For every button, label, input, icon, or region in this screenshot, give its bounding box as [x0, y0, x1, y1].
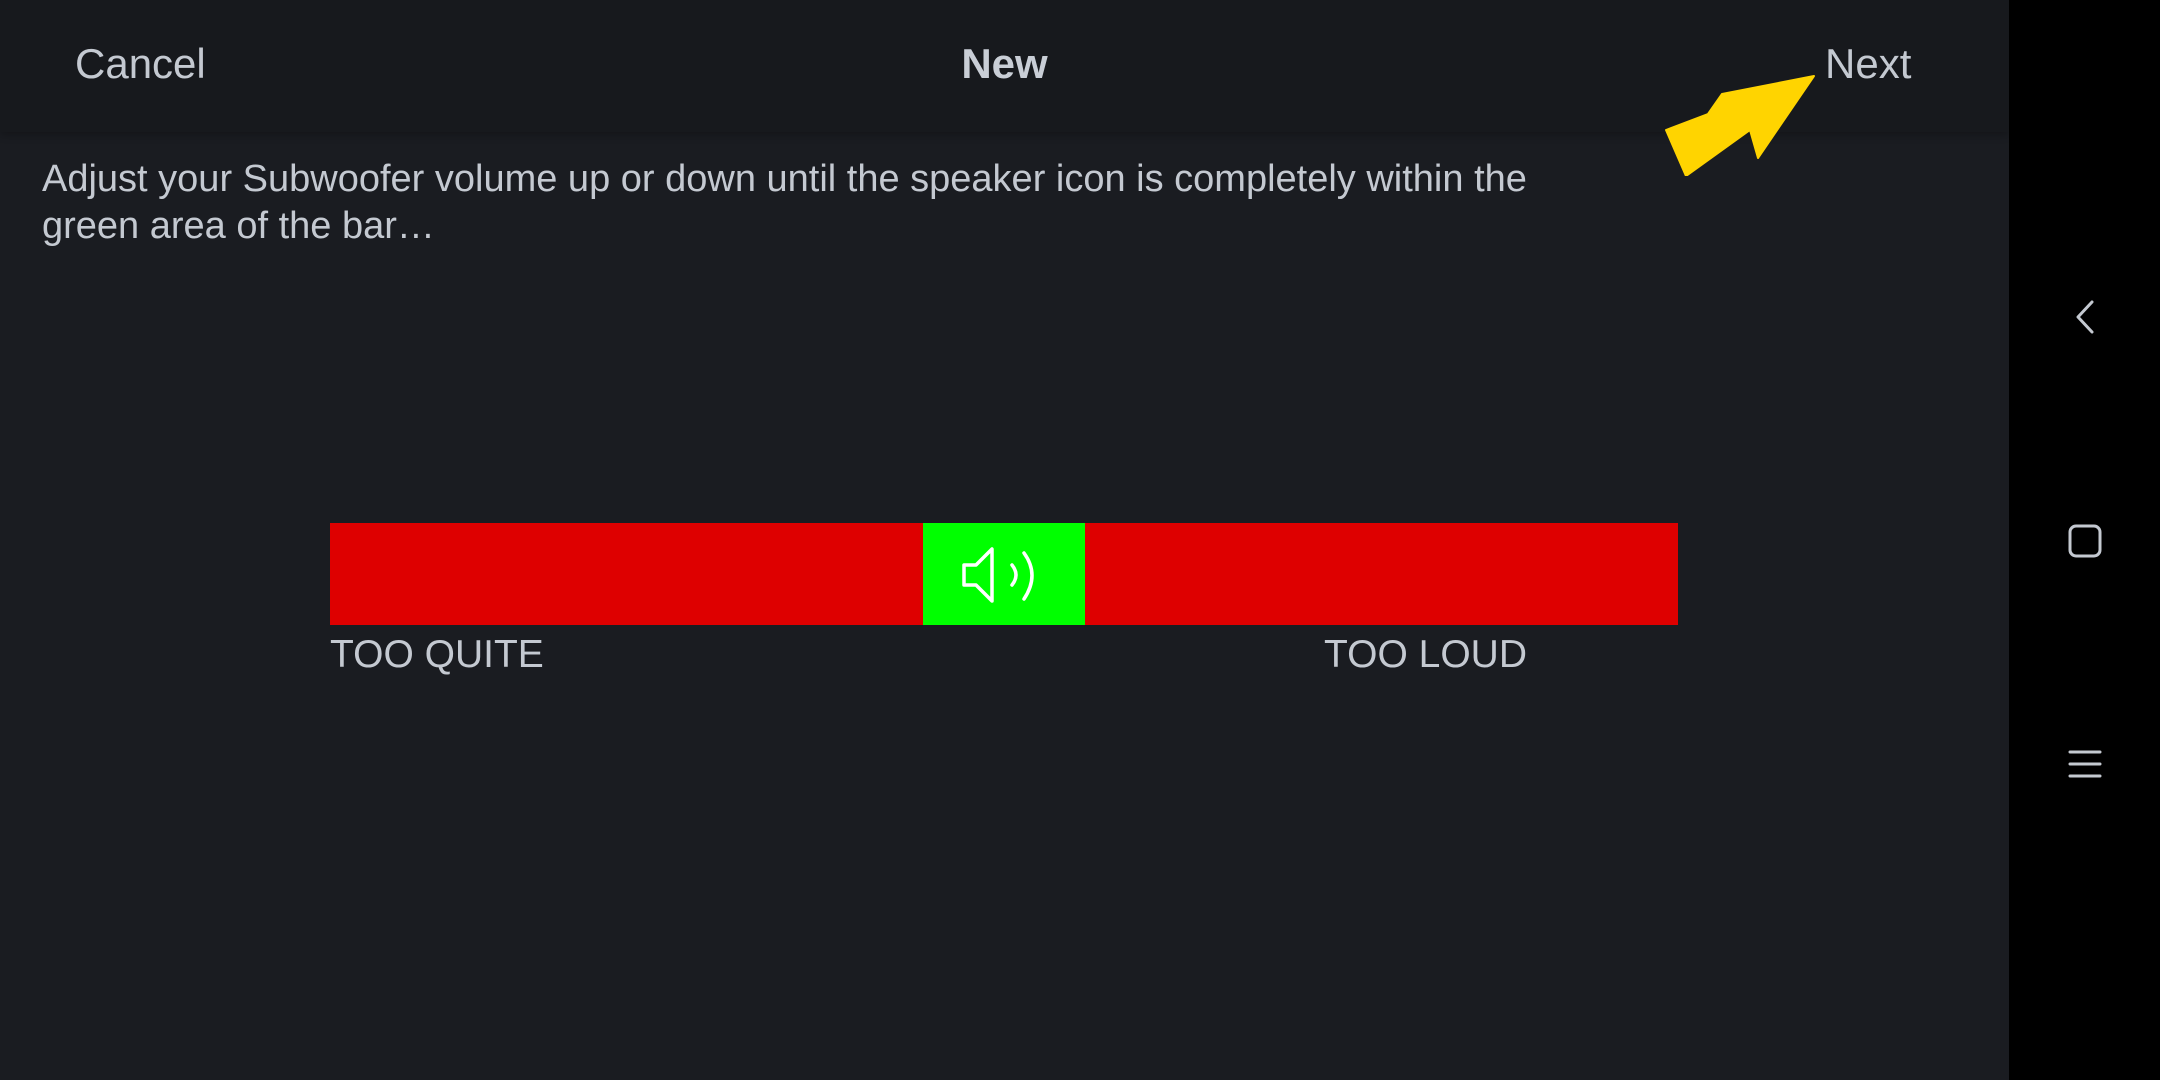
nav-back-button[interactable] [2009, 277, 2160, 357]
back-icon [2076, 300, 2093, 334]
instruction-text: Adjust your Subwoofer volume up or down … [42, 158, 1527, 247]
screen: Cancel New Next Adjust your Subwoofer vo… [0, 0, 2160, 1080]
app-window: Cancel New Next Adjust your Subwoofer vo… [0, 0, 2009, 1080]
too-loud-label: TOO LOUD [1324, 633, 1527, 676]
volume-meter-bar [330, 523, 1678, 625]
home-icon [2068, 524, 2101, 558]
nav-home-button[interactable] [2009, 501, 2160, 581]
speaker-icon [962, 547, 1034, 603]
next-button[interactable]: Next [1825, 36, 1911, 92]
system-nav-bar [2009, 0, 2160, 1080]
arrow-icon [1665, 75, 1815, 176]
recents-icon [2068, 750, 2101, 778]
too-quiet-label: TOO QUITE [330, 633, 544, 676]
nav-recents-button[interactable] [2009, 724, 2160, 804]
